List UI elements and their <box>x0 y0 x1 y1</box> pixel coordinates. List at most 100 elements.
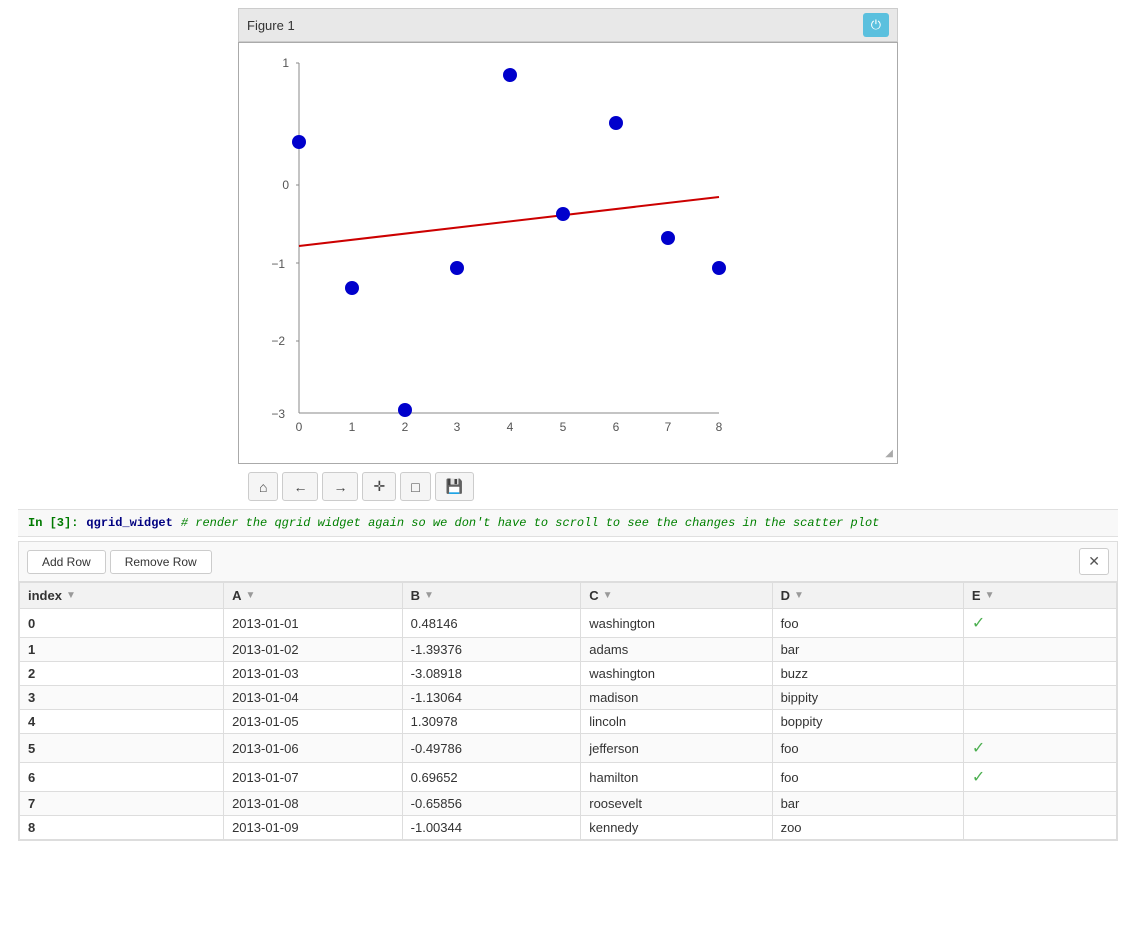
d-filter-icon[interactable]: ▼ <box>794 590 804 601</box>
table-row[interactable]: 52013-01-06-0.49786jeffersonfoo✓ <box>20 734 1117 763</box>
cell-e-3[interactable] <box>963 686 1116 710</box>
cell-c-7[interactable]: roosevelt <box>581 792 772 816</box>
save-button[interactable]: 💾 <box>435 472 474 501</box>
svg-text:0: 0 <box>282 178 289 192</box>
cell-index-5[interactable]: 5 <box>20 734 224 763</box>
cell-c-8[interactable]: kennedy <box>581 816 772 840</box>
cell-c-5[interactable]: jefferson <box>581 734 772 763</box>
cell-d-3[interactable]: bippity <box>772 686 963 710</box>
close-button[interactable]: ✕ <box>1079 548 1109 575</box>
cell-b-7[interactable]: -0.65856 <box>402 792 581 816</box>
index-filter-icon[interactable]: ▼ <box>66 590 76 601</box>
table-row[interactable]: 62013-01-070.69652hamiltonfoo ✓ <box>20 763 1117 792</box>
cell-d-7[interactable]: bar <box>772 792 963 816</box>
cell-index-4[interactable]: 4 <box>20 710 224 734</box>
checkmark-icon: ✓ <box>972 615 985 632</box>
table-row[interactable]: 32013-01-04-1.13064madisonbippity <box>20 686 1117 710</box>
cell-index-2[interactable]: 2 <box>20 662 224 686</box>
svg-text:6: 6 <box>613 420 620 434</box>
cell-d-0[interactable]: foo <box>772 609 963 638</box>
cell-d-4[interactable]: boppity <box>772 710 963 734</box>
cell-c-1[interactable]: adams <box>581 638 772 662</box>
cell-b-6[interactable]: 0.69652 <box>402 763 581 792</box>
cell-b-3[interactable]: -1.13064 <box>402 686 581 710</box>
cell-e-0[interactable]: ✓ <box>963 609 1116 638</box>
svg-text:−2: −2 <box>271 334 285 348</box>
cell-b-8[interactable]: -1.00344 <box>402 816 581 840</box>
c-filter-icon[interactable]: ▼ <box>603 590 613 601</box>
cell-d-5[interactable]: foo <box>772 734 963 763</box>
cell-e-1[interactable] <box>963 638 1116 662</box>
cell-b-2[interactable]: -3.08918 <box>402 662 581 686</box>
cell-index-6[interactable]: 6 <box>20 763 224 792</box>
cell-d-6[interactable]: foo <box>772 763 963 792</box>
qgrid-widget: Add Row Remove Row ✕ index ▼ A ▼ <box>18 541 1118 841</box>
table-row[interactable]: 12013-01-02-1.39376adamsbar <box>20 638 1117 662</box>
table-row[interactable]: 22013-01-03-3.08918washingtonbuzz <box>20 662 1117 686</box>
resize-handle[interactable]: ◢ <box>885 448 893 459</box>
cell-index-3[interactable]: 3 <box>20 686 224 710</box>
zoom-button[interactable]: □ <box>400 472 430 501</box>
cell-a-1[interactable]: 2013-01-02 <box>224 638 403 662</box>
cell-a-4[interactable]: 2013-01-05 <box>224 710 403 734</box>
cell-a-2[interactable]: 2013-01-03 <box>224 662 403 686</box>
a-filter-icon[interactable]: ▼ <box>245 590 255 601</box>
cell-e-5[interactable]: ✓ <box>963 734 1116 763</box>
cell-c-3[interactable]: madison <box>581 686 772 710</box>
cell-e-7[interactable] <box>963 792 1116 816</box>
back-button[interactable]: ← <box>282 472 318 501</box>
cell-e-8[interactable] <box>963 816 1116 840</box>
forward-button[interactable]: → <box>322 472 358 501</box>
cell-a-8[interactable]: 2013-01-09 <box>224 816 403 840</box>
b-filter-icon[interactable]: ▼ <box>424 590 434 601</box>
figure-title: Figure 1 <box>247 18 295 33</box>
cell-index-8[interactable]: 8 <box>20 816 224 840</box>
cell-c-0[interactable]: washington <box>581 609 772 638</box>
cell-b-5[interactable]: -0.49786 <box>402 734 581 763</box>
figure-bar: Figure 1 ⏻ <box>238 8 898 42</box>
cell-e-4[interactable] <box>963 710 1116 734</box>
col-header-a[interactable]: A ▼ <box>224 583 403 609</box>
checkmark-icon: ✓ <box>972 769 985 786</box>
cell-d-2[interactable]: buzz <box>772 662 963 686</box>
cell-index-1[interactable]: 1 <box>20 638 224 662</box>
add-row-button[interactable]: Add Row <box>27 550 106 574</box>
cell-a-7[interactable]: 2013-01-08 <box>224 792 403 816</box>
svg-text:8: 8 <box>716 420 723 434</box>
pan-button[interactable]: ✛ <box>362 472 396 501</box>
cell-b-1[interactable]: -1.39376 <box>402 638 581 662</box>
table-row[interactable]: 42013-01-051.30978lincolnboppity <box>20 710 1117 734</box>
table-row[interactable]: 72013-01-08-0.65856rooseveltbar <box>20 792 1117 816</box>
cell-a-3[interactable]: 2013-01-04 <box>224 686 403 710</box>
remove-row-button[interactable]: Remove Row <box>110 550 212 574</box>
table-row[interactable]: 02013-01-010.48146washingtonfoo ✓ <box>20 609 1117 638</box>
cell-c-2[interactable]: washington <box>581 662 772 686</box>
svg-text:0: 0 <box>296 420 303 434</box>
cell-d-1[interactable]: bar <box>772 638 963 662</box>
cell-b-4[interactable]: 1.30978 <box>402 710 581 734</box>
cell-a-5[interactable]: 2013-01-06 <box>224 734 403 763</box>
col-header-b[interactable]: B ▼ <box>402 583 581 609</box>
cell-b-0[interactable]: 0.48146 <box>402 609 581 638</box>
col-header-index[interactable]: index ▼ <box>20 583 224 609</box>
cell-c-4[interactable]: lincoln <box>581 710 772 734</box>
cell-a-0[interactable]: 2013-01-01 <box>224 609 403 638</box>
cell-e-6[interactable]: ✓ <box>963 763 1116 792</box>
svg-text:−3: −3 <box>271 407 285 421</box>
svg-text:1: 1 <box>282 56 289 70</box>
table-row[interactable]: 82013-01-09-1.00344kennedyzoo <box>20 816 1117 840</box>
code-widget-name: qgrid_widget <box>86 516 172 530</box>
col-header-d[interactable]: D ▼ <box>772 583 963 609</box>
home-button[interactable]: ⌂ <box>248 472 278 501</box>
power-button[interactable]: ⏻ <box>863 13 889 37</box>
cell-index-0[interactable]: 0 <box>20 609 224 638</box>
cell-a-6[interactable]: 2013-01-07 <box>224 763 403 792</box>
cell-c-6[interactable]: hamilton <box>581 763 772 792</box>
svg-text:−1: −1 <box>271 257 285 271</box>
col-header-c[interactable]: C ▼ <box>581 583 772 609</box>
e-filter-icon[interactable]: ▼ <box>985 590 995 601</box>
cell-d-8[interactable]: zoo <box>772 816 963 840</box>
col-header-e[interactable]: E ▼ <box>963 583 1116 609</box>
cell-index-7[interactable]: 7 <box>20 792 224 816</box>
cell-e-2[interactable] <box>963 662 1116 686</box>
